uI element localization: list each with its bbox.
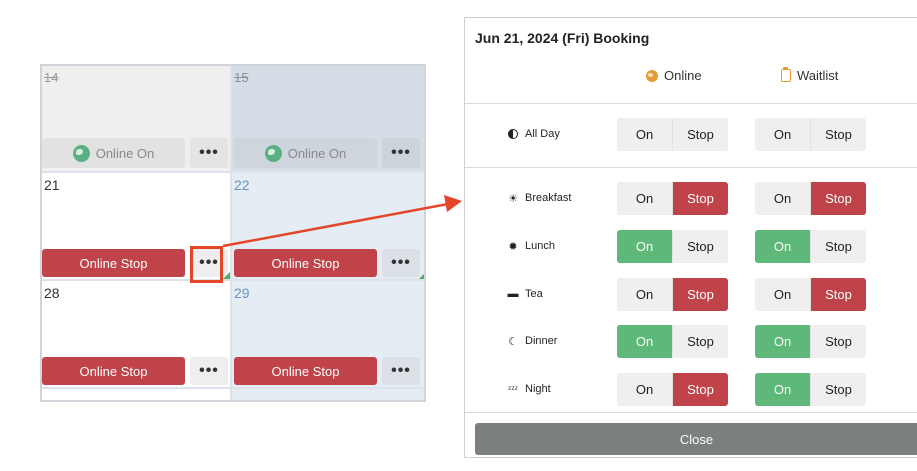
status-marker	[419, 272, 424, 279]
sunrise-icon: ☀	[508, 192, 518, 205]
stop-option[interactable]: Stop	[673, 278, 728, 311]
on-option[interactable]: On	[755, 278, 811, 311]
sun-icon: ✹	[508, 240, 518, 253]
globe-icon	[646, 69, 658, 82]
day-number: 28	[44, 285, 60, 301]
tea-waitlist-toggle[interactable]: On Stop	[755, 278, 866, 311]
all-day-waitlist-toggle[interactable]: On Stop	[755, 118, 866, 151]
on-option[interactable]: On	[755, 182, 811, 215]
stop-option[interactable]: Stop	[673, 230, 728, 263]
on-option[interactable]: On	[617, 182, 673, 215]
stop-option[interactable]: Stop	[811, 278, 866, 311]
online-on-button[interactable]: Online On	[42, 138, 185, 168]
day-cell-next-weekend[interactable]	[232, 389, 424, 400]
night-online-toggle[interactable]: On Stop	[617, 373, 728, 406]
day-cell-21[interactable]: 21 Online Stop •••	[42, 173, 230, 279]
day-number: 15	[234, 70, 249, 85]
lunch-online-toggle[interactable]: On Stop	[617, 230, 728, 263]
row-label-night: ᶻᶻᶻ Night	[508, 383, 551, 395]
row-label-tea: ▬ Tea	[507, 288, 543, 300]
clipboard-icon	[781, 67, 791, 82]
on-option[interactable]: On	[755, 230, 811, 263]
divider	[465, 167, 917, 168]
sleep-icon: ᶻᶻᶻ	[508, 384, 518, 394]
more-options-button[interactable]: •••	[190, 357, 228, 385]
night-waitlist-toggle[interactable]: On Stop	[755, 373, 866, 406]
on-option[interactable]: On	[617, 230, 673, 263]
online-on-button[interactable]: Online On	[234, 138, 377, 168]
globe-icon	[264, 144, 282, 162]
booking-dialog: Jun 21, 2024 (Fri) Booking Online Waitli…	[464, 17, 917, 458]
more-options-button[interactable]: •••	[382, 357, 420, 385]
column-label: Waitlist	[797, 68, 839, 83]
day-cell-22[interactable]: 22 Online Stop •••	[232, 173, 424, 279]
cup-icon: ▬	[507, 288, 519, 300]
more-options-button[interactable]: •••	[190, 138, 228, 168]
stop-option[interactable]: Stop	[811, 373, 866, 406]
row-label-lunch: ✹ Lunch	[508, 240, 555, 253]
day-number: 21	[44, 177, 60, 193]
day-cell-29[interactable]: 29 Online Stop •••	[232, 281, 424, 387]
day-cell-next[interactable]	[42, 389, 230, 400]
status-marker	[223, 272, 230, 279]
dinner-waitlist-toggle[interactable]: On Stop	[755, 325, 866, 358]
online-on-label: Online On	[95, 145, 155, 161]
online-stop-button[interactable]: Online Stop	[234, 357, 377, 385]
row-label-dinner: ☾ Dinner	[508, 335, 558, 348]
stop-option[interactable]: Stop	[811, 230, 866, 263]
dinner-online-toggle[interactable]: On Stop	[617, 325, 728, 358]
on-option[interactable]: On	[755, 325, 811, 358]
day-cell-28[interactable]: 28 Online Stop •••	[42, 281, 230, 387]
close-button[interactable]: Close	[475, 423, 917, 455]
divider	[465, 103, 917, 104]
breakfast-waitlist-toggle[interactable]: On Stop	[755, 182, 866, 215]
stop-option[interactable]: Stop	[673, 118, 728, 151]
day-number: 14	[44, 70, 59, 85]
on-option[interactable]: On	[755, 118, 811, 151]
online-stop-button[interactable]: Online Stop	[42, 249, 185, 277]
on-option[interactable]: On	[617, 325, 673, 358]
lunch-waitlist-toggle[interactable]: On Stop	[755, 230, 866, 263]
on-option[interactable]: On	[617, 373, 673, 406]
globe-icon	[72, 144, 90, 162]
column-label: Online	[664, 68, 702, 83]
stop-option[interactable]: Stop	[673, 373, 728, 406]
online-stop-button[interactable]: Online Stop	[234, 249, 377, 277]
row-label-all-day: All Day	[507, 119, 560, 149]
column-header-waitlist: Waitlist	[781, 67, 839, 83]
breakfast-online-toggle[interactable]: On Stop	[617, 182, 728, 215]
stop-option[interactable]: Stop	[673, 325, 728, 358]
day-cell-15[interactable]: 15 Online On •••	[232, 66, 424, 171]
moon-icon: ☾	[508, 335, 518, 348]
online-on-label: Online On	[287, 145, 347, 161]
stop-option[interactable]: Stop	[811, 325, 866, 358]
more-options-button[interactable]: •••	[382, 249, 420, 277]
column-header-online: Online	[646, 68, 702, 83]
on-option[interactable]: On	[617, 278, 673, 311]
on-option[interactable]: On	[617, 118, 673, 151]
row-label-breakfast: ☀ Breakfast	[508, 192, 572, 205]
half-circle-icon	[507, 129, 519, 139]
on-option[interactable]: On	[755, 373, 811, 406]
calendar-grid: 14 Online On ••• 15 Online On ••• 21 Onl…	[40, 64, 426, 402]
day-cell-14[interactable]: 14 Online On •••	[42, 66, 230, 171]
all-day-online-toggle[interactable]: On Stop	[617, 118, 728, 151]
tea-online-toggle[interactable]: On Stop	[617, 278, 728, 311]
online-stop-button[interactable]: Online Stop	[42, 357, 185, 385]
day-number: 29	[234, 285, 250, 301]
stop-option[interactable]: Stop	[811, 182, 866, 215]
divider	[465, 412, 917, 413]
more-options-button[interactable]: •••	[382, 138, 420, 168]
dialog-title: Jun 21, 2024 (Fri) Booking	[475, 30, 650, 46]
stop-option[interactable]: Stop	[811, 118, 866, 151]
day-number: 22	[234, 177, 250, 193]
stop-option[interactable]: Stop	[673, 182, 728, 215]
